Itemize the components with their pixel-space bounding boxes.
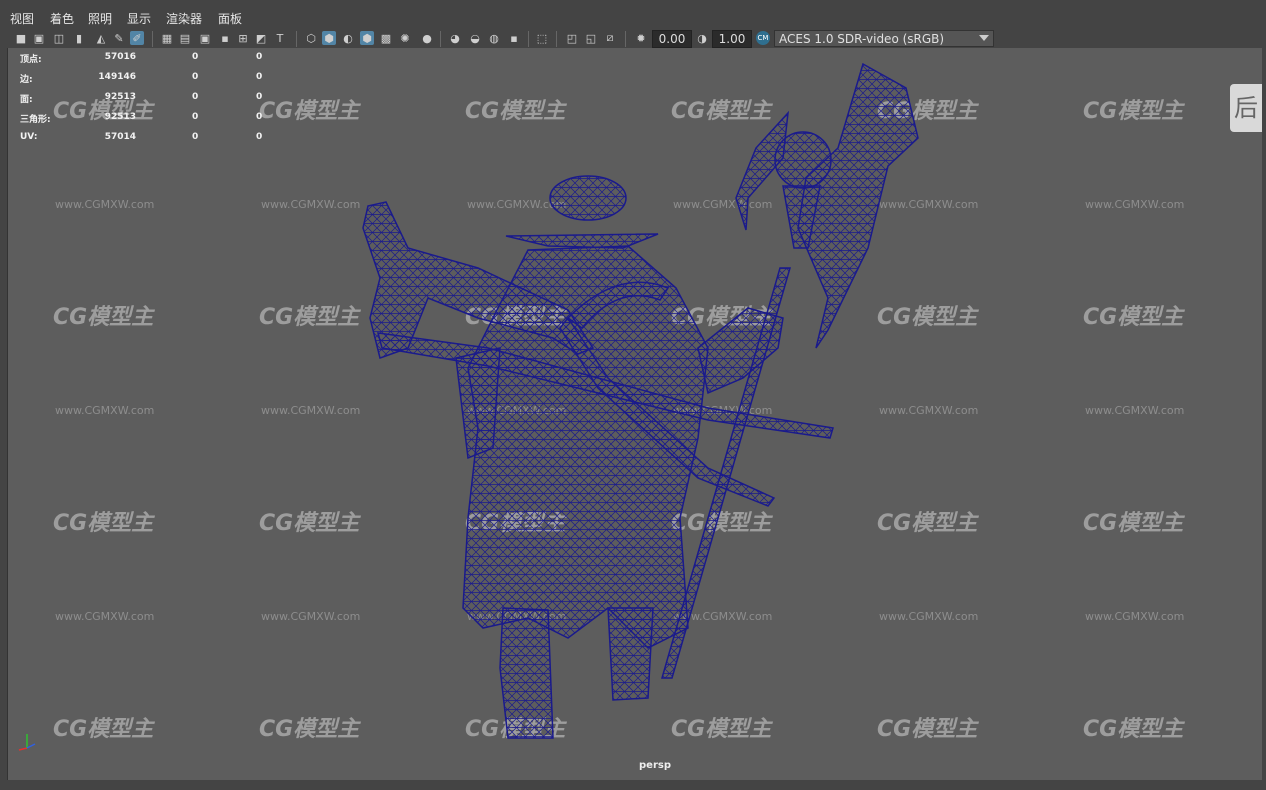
menu-renderer[interactable]: 渲染器 bbox=[166, 10, 202, 27]
right-leg bbox=[607, 607, 654, 701]
hat bbox=[549, 175, 627, 221]
safe-action-icon[interactable]: ◩ bbox=[254, 31, 268, 45]
maya-window: 视图 着色 照明 显示 渲染器 面板 ■ ▣ ◫ ▮ ◭ ✎ ✐ ▦ ▤ ▣ ▪… bbox=[0, 0, 1266, 790]
z-axis-line bbox=[26, 743, 36, 749]
viewport-toolbar: ■ ▣ ◫ ▮ ◭ ✎ ✐ ▦ ▤ ▣ ▪ ⊞ ◩ T ⬡ ⬢ ◐ ⬢ ▩ ✺ … bbox=[0, 29, 1266, 49]
xray-icon[interactable]: ◰ bbox=[565, 31, 579, 45]
staff-skull bbox=[774, 131, 832, 189]
exposure-field[interactable]: 0.00 bbox=[652, 30, 692, 48]
viewport-menubar: 视图 着色 照明 显示 渲染器 面板 bbox=[0, 8, 1266, 28]
wireframe-character-model[interactable] bbox=[8, 48, 1262, 780]
right-arm bbox=[697, 307, 784, 395]
image-plane-icon[interactable]: ▮ bbox=[72, 31, 86, 45]
toolbar-separator bbox=[296, 31, 297, 47]
textured-icon[interactable]: ▩ bbox=[379, 31, 393, 45]
bookmark-icon[interactable]: ◫ bbox=[52, 31, 66, 45]
toolbar-separator bbox=[440, 31, 441, 47]
toolbar-separator bbox=[152, 31, 153, 47]
toolbar-separator bbox=[556, 31, 557, 47]
exposure-icon[interactable]: ✹ bbox=[634, 31, 648, 45]
color-management-icon[interactable]: CM bbox=[756, 31, 770, 45]
smooth-shade-icon[interactable]: ⬢ bbox=[322, 31, 336, 45]
back-view-tab[interactable]: 后 bbox=[1230, 84, 1262, 132]
grease-pencil-active-icon[interactable]: ✐ bbox=[130, 31, 144, 45]
left-leg bbox=[499, 607, 554, 739]
default-material-icon[interactable]: ◐ bbox=[341, 31, 355, 45]
menu-lighting[interactable]: 照明 bbox=[88, 10, 112, 27]
toolbar-separator bbox=[528, 31, 529, 47]
safe-title-icon[interactable]: T bbox=[273, 31, 287, 45]
view-transform-label: ACES 1.0 SDR-video (sRGB) bbox=[779, 32, 945, 46]
view-transform-dropdown[interactable]: ACES 1.0 SDR-video (sRGB) bbox=[774, 30, 994, 47]
2d-pan-zoom-icon[interactable]: ◭ bbox=[94, 31, 108, 45]
chevron-down-icon bbox=[979, 35, 989, 41]
motion-blur-icon[interactable]: ◒ bbox=[468, 31, 482, 45]
multisample-aa-icon[interactable]: ◍ bbox=[487, 31, 501, 45]
menu-shading[interactable]: 着色 bbox=[50, 10, 74, 27]
select-camera-icon[interactable]: ■ bbox=[14, 31, 28, 45]
xray-components-icon[interactable]: ⧄ bbox=[603, 31, 617, 45]
gamma-field[interactable]: 1.00 bbox=[712, 30, 752, 48]
grease-pencil-icon[interactable]: ✎ bbox=[112, 31, 126, 45]
gate-mask-icon[interactable]: ▪ bbox=[218, 31, 232, 45]
hat-brim bbox=[505, 233, 659, 249]
grid-icon[interactable]: ▦ bbox=[160, 31, 174, 45]
3d-viewport[interactable]: CG模型主 www.CGMXW.com CG模型主 www.CGMXW.com CG模型… bbox=[7, 48, 1262, 780]
gamma-icon[interactable]: ◑ bbox=[695, 31, 709, 45]
menu-view[interactable]: 视图 bbox=[10, 10, 34, 27]
xray-joints-icon[interactable]: ◱ bbox=[584, 31, 598, 45]
camera-label: persp bbox=[639, 760, 671, 771]
field-chart-icon[interactable]: ⊞ bbox=[236, 31, 250, 45]
resolution-gate-icon[interactable]: ▣ bbox=[198, 31, 212, 45]
film-gate-icon[interactable]: ▤ bbox=[178, 31, 192, 45]
camera-attributes-icon[interactable]: ▣ bbox=[32, 31, 46, 45]
shadows-icon[interactable]: ● bbox=[420, 31, 434, 45]
x-axis-line bbox=[18, 747, 28, 751]
menu-show[interactable]: 显示 bbox=[127, 10, 151, 27]
depth-of-field-icon[interactable]: ▪ bbox=[507, 31, 521, 45]
isolate-select-icon[interactable]: ⬚ bbox=[535, 31, 549, 45]
screen-space-ao-icon[interactable]: ◕ bbox=[448, 31, 462, 45]
menu-panels[interactable]: 面板 bbox=[218, 10, 242, 27]
lights-icon[interactable]: ✺ bbox=[398, 31, 412, 45]
wireframe-on-shaded-icon[interactable]: ⬢ bbox=[360, 31, 374, 45]
axis-gizmo bbox=[18, 734, 36, 751]
toolbar-separator bbox=[625, 31, 626, 47]
wireframe-icon[interactable]: ⬡ bbox=[304, 31, 318, 45]
